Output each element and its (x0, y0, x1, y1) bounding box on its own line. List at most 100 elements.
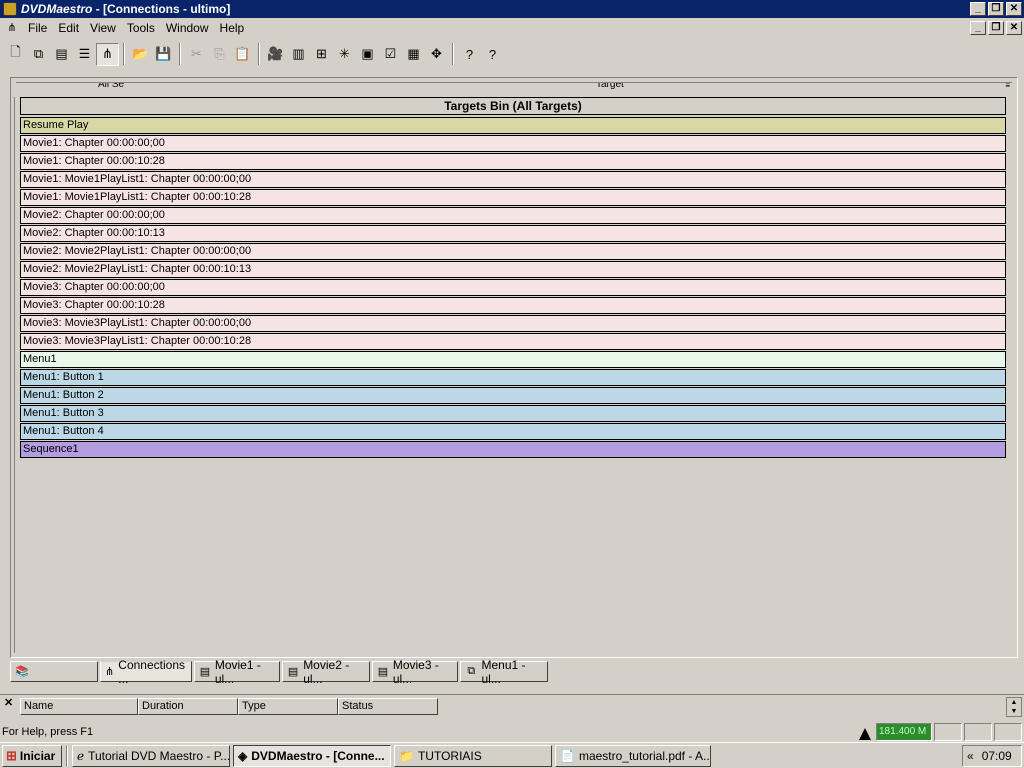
target-row[interactable]: Movie1: Chapter 00:00:00;00 (20, 135, 1006, 152)
taskbar-button-label: maestro_tutorial.pdf - A... (578, 748, 711, 763)
movie-icon[interactable]: ▤ (50, 43, 73, 66)
target-row[interactable]: Sequence1 (20, 441, 1006, 458)
paste-icon[interactable]: 📋 (231, 43, 254, 66)
menu-tab-icon: ⧉ (467, 665, 476, 677)
menu-edit[interactable]: Edit (54, 21, 86, 35)
menu-help[interactable]: Help (216, 21, 252, 35)
menu-window[interactable]: Window (162, 21, 216, 35)
menu-bar: ⋔ File Edit View Tools Window Help (0, 18, 1024, 38)
close-button[interactable]: ✕ (1006, 2, 1022, 16)
column-targets[interactable]: Target (596, 83, 624, 90)
minimize-button[interactable]: _ (970, 2, 986, 16)
app-icon (3, 2, 17, 16)
targets-list: Resume Play Movie1: Chapter 00:00:00;00 Mo… (20, 117, 1006, 459)
start-button[interactable]: ⊞ Iniciar (2, 744, 62, 767)
close-pane-icon[interactable]: ✕ (4, 696, 13, 709)
tab-1[interactable]: ⋔ Connections ... (100, 658, 192, 686)
target-row[interactable]: Movie3: Chapter 00:00:00;00 (20, 279, 1006, 296)
disk-free-indicator: 181.400 M (876, 723, 932, 741)
list-icon[interactable]: ☰ (73, 43, 96, 66)
connections-icon[interactable]: ⧉ (27, 43, 50, 66)
system-tray: « 07:09 (962, 745, 1022, 767)
target-row[interactable]: Movie2: Chapter 00:00:00;00 (20, 207, 1006, 224)
toolbar-separator (258, 43, 260, 65)
camera-icon[interactable]: 🎥 (264, 43, 287, 66)
target-row[interactable]: Movie2: Movie2PlayList1: Chapter 00:00:1… (20, 261, 1006, 278)
target-row[interactable]: Movie3: Movie3PlayList1: Chapter 00:00:1… (20, 333, 1006, 350)
film-icon[interactable]: ▣ (356, 43, 379, 66)
taskbar-button[interactable]: 📁 TUTORIAIS (394, 744, 552, 767)
column-status[interactable]: Status (338, 698, 438, 715)
target-row[interactable]: Movie3: Movie3PlayList1: Chapter 00:00:0… (20, 315, 1006, 332)
ie-icon: ℯ (77, 748, 85, 763)
tab-2[interactable]: ▤ Movie1 - ul... (194, 658, 280, 686)
windows-logo-icon: ⊞ (6, 747, 17, 763)
taskbar-divider (66, 745, 68, 766)
taskbar-button[interactable]: ◈ DVDMaestro - [Conne... (233, 744, 391, 767)
mdi-close-button[interactable]: ✕ (1006, 21, 1022, 35)
tab-0[interactable]: 📚 (10, 661, 98, 682)
output-scrollbar[interactable]: ▲ ▼ (1006, 697, 1022, 717)
tab-5[interactable]: ⧉ Menu1 - ul... (460, 658, 548, 686)
barcode-icon[interactable]: ▥ (287, 43, 310, 66)
target-row[interactable]: Menu1: Button 2 (20, 387, 1006, 404)
mdi-minimize-button[interactable]: _ (970, 21, 986, 35)
menu-file[interactable]: File (24, 21, 54, 35)
menu-view[interactable]: View (86, 21, 123, 35)
status-panel-1 (934, 723, 962, 741)
column-duration[interactable]: Duration (138, 698, 238, 715)
save-icon[interactable]: 💾 (152, 43, 175, 66)
tab-label: Movie1 - ul... (214, 657, 261, 686)
tab-label: Movie3 - ul... (392, 657, 439, 686)
restore-button[interactable]: ❐ (988, 2, 1004, 16)
mdi-restore-button[interactable]: ❐ (988, 21, 1004, 35)
status-panel-3 (994, 723, 1022, 741)
disk-indicator-icon (856, 723, 874, 741)
target-row[interactable]: Movie1: Movie1PlayList1: Chapter 00:00:1… (20, 189, 1006, 206)
clock: 07:09 (981, 749, 1012, 763)
context-help-icon[interactable]: ? (481, 43, 504, 66)
column-all-sources[interactable]: All Se (98, 83, 124, 90)
move-icon[interactable]: ✥ (425, 43, 448, 66)
target-row[interactable]: Movie2: Movie2PlayList1: Chapter 00:00:0… (20, 243, 1006, 260)
tray-expand-icon[interactable]: « (967, 749, 974, 763)
tab-3[interactable]: ▤ Movie2 - ul... (282, 658, 370, 686)
movie-tab-icon: ▤ (377, 666, 389, 678)
new-icon[interactable]: 🗋 (4, 43, 27, 66)
target-row[interactable]: Movie2: Chapter 00:00:10:13 (20, 225, 1006, 242)
target-row[interactable]: Menu1: Button 4 (20, 423, 1006, 440)
target-row[interactable]: Menu1 (20, 351, 1006, 368)
column-name[interactable]: Name (20, 698, 138, 715)
cut-icon[interactable]: ✂ (185, 43, 208, 66)
check-icon[interactable]: ☑ (379, 43, 402, 66)
tab-label: Movie2 - ul... (303, 657, 350, 686)
layout-icon[interactable]: ⊞ (310, 43, 333, 66)
target-row[interactable]: Movie1: Chapter 00:00:10:28 (20, 153, 1006, 170)
target-row[interactable]: Menu1: Button 1 (20, 369, 1006, 386)
movie-tab-icon: ▤ (287, 666, 299, 678)
tab-label: Menu1 - ul... (481, 657, 526, 686)
status-panel-2 (964, 723, 992, 741)
network-icon[interactable]: ⋔ (96, 42, 119, 66)
taskbar-button[interactable]: ℯ Tutorial DVD Maestro - P... (72, 744, 230, 767)
column-type[interactable]: Type (238, 698, 338, 715)
mdi-document-icon[interactable]: ⋔ (4, 21, 20, 35)
copy-icon[interactable]: ⎘ (208, 43, 231, 66)
chart-icon[interactable]: ▦ (402, 43, 425, 66)
folder-icon: 📁 (399, 748, 414, 763)
open-icon[interactable]: 📂 (129, 43, 152, 66)
star-icon[interactable]: ✳ (333, 43, 356, 66)
taskbar: ⊞ Iniciar ℯ Tutorial DVD Maestro - P... ◈ D… (0, 742, 1024, 768)
taskbar-button[interactable]: 📄 maestro_tutorial.pdf - A... (555, 744, 711, 767)
target-row[interactable]: Menu1: Button 3 (20, 405, 1006, 422)
tab-label: Connections ... (118, 657, 185, 686)
task-list: ℯ Tutorial DVD Maestro - P... ◈ DVDMaestro … (72, 744, 714, 767)
menu-tools[interactable]: Tools (123, 21, 162, 35)
header-grip-icon[interactable]: ≡ (1005, 83, 1010, 90)
target-row[interactable]: Movie1: Movie1PlayList1: Chapter 00:00:0… (20, 171, 1006, 188)
document-tabs: 📚 ⋔ Connections ... ▤ Movie1 - ul... ▤ Movie2 … (10, 658, 550, 686)
tab-4[interactable]: ▤ Movie3 - ul... (372, 658, 458, 686)
help-icon[interactable]: ? (458, 43, 481, 66)
target-row[interactable]: Movie3: Chapter 00:00:10:28 (20, 297, 1006, 314)
target-row[interactable]: Resume Play (20, 117, 1006, 134)
